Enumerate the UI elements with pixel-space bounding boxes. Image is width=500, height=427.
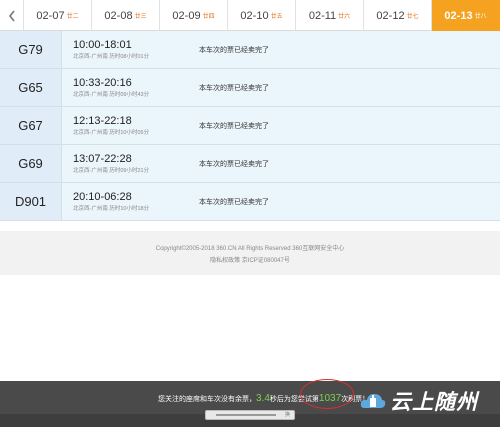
train-route: 北京西-广州南 [73,91,108,98]
lunar-label: 廿六 [338,14,351,20]
watermark-logo: 云上随州 [360,386,478,416]
copyright-text: Copyright©2005-2018 360.CN All Rights Re… [155,246,345,252]
date-label: 02-13 [444,9,473,22]
train-info: 10:00-18:01 北京西-广州南 历时08小时01分 [62,31,191,68]
date-tab[interactable]: 02-09 廿四 [160,0,228,31]
train-list: G79 10:00-18:01 北京西-广州南 历时08小时01分 本车次的票已… [0,31,500,221]
chevron-left-icon [8,10,15,21]
train-time: 10:00-18:01 [73,38,132,51]
train-time: 20:10-06:28 [73,190,132,203]
train-duration: 历时09小时43分 [109,91,150,98]
train-route: 北京西-广州南 [73,167,108,174]
train-duration: 历时09小时21分 [109,167,150,174]
page-footer: Copyright©2005-2018 360.CN All Rights Re… [0,231,500,275]
date-tab[interactable]: 02-12 廿七 [364,0,432,31]
lunar-label: 廿八 [474,14,487,20]
ticket-status: 本车次的票已经卖完了 [199,198,269,206]
watermark-text: 云上随州 [390,390,478,414]
train-route-line: 北京西-广州南 历时08小时01分 [73,53,191,61]
highlight-circle [300,379,354,409]
date-bar: 02-07 廿二 02-08 廿三 02-09 廿四 02-10 廿五 02-11 廿六 … [0,0,500,31]
train-row[interactable]: G67 12:13-22:18 北京西-广州南 历时10小时05分 本车次的票已… [0,107,500,145]
date-tab[interactable]: 02-10 廿五 [228,0,296,31]
train-row[interactable]: D901 20:10-06:28 北京西-广州南 历时10小时18分 本车次的票… [0,183,500,221]
train-time: 13:07-22:28 [73,152,132,165]
lunar-label: 廿三 [134,14,147,20]
scroll-handle[interactable]: 换 [205,410,295,420]
train-duration: 历时10小时05分 [109,129,150,136]
ticket-status: 本车次的票已经卖完了 [199,84,269,92]
train-number: G65 [0,69,62,106]
ticket-status: 本车次的票已经卖完了 [199,160,269,168]
date-label: 02-10 [240,9,269,22]
train-route: 北京西-广州南 [73,129,108,136]
train-info: 10:33-20:16 北京西-广州南 历时09小时43分 [62,69,191,106]
date-label: 02-09 [172,9,201,22]
train-route-line: 北京西-广州南 历时09小时21分 [73,167,191,175]
train-number: D901 [0,183,62,220]
train-route-line: 北京西-广州南 历时10小时05分 [73,129,191,137]
train-row[interactable]: G79 10:00-18:01 北京西-广州南 历时08小时01分 本车次的票已… [0,31,500,69]
countdown-seconds: 3.4 [256,393,270,404]
date-label: 02-11 [308,9,337,22]
train-duration: 历时10小时18分 [109,205,150,212]
date-tab[interactable]: 02-07 廿二 [24,0,92,31]
lunar-label: 廿七 [406,14,419,20]
train-row[interactable]: G69 13:07-22:28 北京西-广州南 历时09小时21分 本车次的票已… [0,145,500,183]
train-route-line: 北京西-广州南 历时10小时18分 [73,205,191,213]
cloud-city-icon [360,394,386,408]
date-label: 02-07 [36,9,65,22]
train-route-line: 北京西-广州南 历时09小时43分 [73,91,191,99]
train-number: G67 [0,107,62,144]
footer-links[interactable]: 隐私权政策 京ICP证080047号 [0,255,500,264]
date-label: 02-12 [376,9,405,22]
date-label: 02-08 [104,9,133,22]
train-number: G79 [0,31,62,68]
prev-date-button[interactable] [0,0,24,31]
notice-prefix: 您关注的座席和车次没有余票， [158,396,256,403]
lunar-label: 廿四 [202,14,215,20]
date-tab[interactable]: 02-11 廿六 [296,0,364,31]
lunar-label: 廿二 [66,14,79,20]
scroll-track-mark [216,414,276,416]
train-route: 北京西-广州南 [73,205,108,212]
date-tab-active[interactable]: 02-13 廿八 [432,0,500,31]
train-time: 10:33-20:16 [73,76,132,89]
train-route: 北京西-广州南 [73,53,108,60]
train-info: 12:13-22:18 北京西-广州南 历时10小时05分 [62,107,191,144]
lunar-label: 廿五 [270,14,283,20]
train-number: G69 [0,145,62,182]
scroll-label: 换 [284,412,290,418]
train-time: 12:13-22:18 [73,114,132,127]
ticket-status: 本车次的票已经卖完了 [199,46,269,54]
ticket-status: 本车次的票已经卖完了 [199,122,269,130]
train-row[interactable]: G65 10:33-20:16 北京西-广州南 历时09小时43分 本车次的票已… [0,69,500,107]
train-info: 13:07-22:28 北京西-广州南 历时09小时21分 [62,145,191,182]
train-info: 20:10-06:28 北京西-广州南 历时10小时18分 [62,183,191,220]
date-tab[interactable]: 02-08 廿三 [92,0,160,31]
train-duration: 历时08小时01分 [109,53,150,60]
